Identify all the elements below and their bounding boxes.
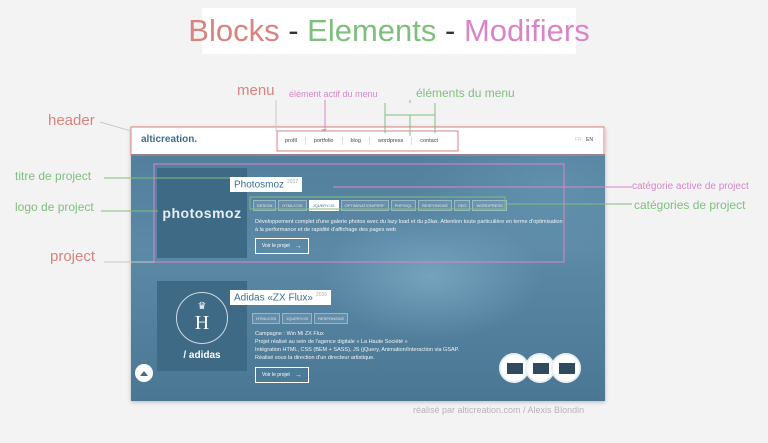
label-project-categories: catégories de project — [634, 198, 746, 212]
site-header: alticreation. profil portfolio blog word… — [131, 127, 605, 154]
title-separator: - — [279, 13, 308, 48]
menu-item-profil[interactable]: profil — [277, 136, 306, 145]
project-title: Adidas «ZX Flux» 2016 — [230, 290, 332, 306]
label-active-category: catégorie active de project — [632, 181, 749, 192]
title-blocks: Blocks — [188, 13, 280, 48]
view-project-button[interactable]: Voir le projet → — [255, 367, 309, 383]
category-tag[interactable]: RESPONSIVE — [314, 313, 349, 324]
menu-item-blog[interactable]: blog — [343, 136, 370, 145]
project-categories: HTML/CSS JQUERY/JS RESPONSIVE — [252, 313, 349, 324]
label-project-logo: logo de project — [15, 200, 94, 214]
project-categories: DESIGN HTML/CSS JQUERY/JS OPTIMISATION/P… — [253, 200, 507, 211]
project-year: 2016 — [315, 292, 328, 298]
connector-line — [99, 121, 132, 132]
view-project-label: Voir le projet — [262, 372, 290, 378]
title-elements: Elements — [307, 13, 437, 48]
project-preview-circles — [499, 353, 581, 383]
category-tag[interactable]: PHP/SQL — [390, 200, 417, 211]
menu-item-wordpress[interactable]: wordpress — [370, 136, 413, 145]
description-line: Réalisé sous la direction d'un directeur… — [255, 355, 375, 361]
site-logo[interactable]: alticreation. — [141, 134, 197, 145]
category-tag[interactable]: OPTIMISATION/PERF — [340, 200, 389, 211]
title-separator: - — [436, 13, 464, 48]
description-line: Intégration HTML, CSS (BEM + SASS), JS (… — [255, 347, 460, 353]
label-menu-elements: éléments du menu — [416, 86, 515, 100]
label-project-title: titre de project — [15, 169, 92, 183]
credit-text: réalisé par alticreation.com / Alexis Bl… — [413, 405, 585, 415]
label-active-element: élément actif du menu — [289, 89, 378, 99]
view-project-label: Voir le projet — [262, 243, 290, 249]
category-tag[interactable]: JQUERY/JS — [282, 313, 313, 324]
category-tag[interactable]: DESIGN — [253, 200, 277, 211]
category-tag[interactable]: HTML/CSS — [252, 313, 281, 324]
photosmoz-logo: photosmoz — [162, 205, 242, 221]
preview-thumbnail[interactable] — [551, 353, 581, 383]
label-header: header — [48, 112, 95, 129]
lang-fr[interactable]: FR — [575, 137, 582, 143]
project-year: 2017 — [287, 179, 299, 185]
project-title: Photosmoz 2017 — [230, 177, 303, 193]
project-title-text: Photosmoz — [234, 179, 285, 191]
crown-icon: ♛ — [197, 300, 207, 312]
project-title-text: Adidas «ZX Flux» — [234, 292, 313, 304]
title-modifiers: Modifiers — [463, 13, 590, 48]
menu-item-portfolio[interactable]: portfolio — [306, 136, 343, 145]
scroll-up-icon[interactable] — [135, 364, 153, 382]
category-tag-active[interactable]: JQUERY/JS — [308, 200, 339, 211]
label-project: project — [50, 248, 96, 265]
description-line: Campagne : Win Mi ZX Flux — [255, 331, 324, 337]
label-menu: menu — [237, 82, 275, 99]
project-description: Développement complet d'une galerie phot… — [255, 219, 563, 233]
description-line: Projet réalisé au sein de l'agence digit… — [255, 339, 408, 345]
adidas-logo-text: / adidas — [183, 349, 221, 361]
arrow-right-icon: → — [294, 242, 302, 250]
category-tag[interactable]: HTML/CSS — [278, 200, 307, 211]
category-tag[interactable]: SEO — [454, 200, 471, 211]
language-switch: FR EN — [575, 137, 593, 143]
website-screenshot: alticreation. profil portfolio blog word… — [131, 127, 605, 401]
site-menu: profil portfolio blog wordpress contact — [277, 127, 446, 154]
menu-item-contact[interactable]: contact — [412, 137, 446, 145]
lang-en[interactable]: EN — [586, 137, 593, 143]
crest-letter: H — [194, 311, 210, 334]
project-description: Campagne : Win Mi ZX Flux Projet réalisé… — [255, 330, 495, 362]
category-tag[interactable]: RESPONSIVE — [418, 200, 453, 211]
category-tag[interactable]: WORDPRESS — [472, 200, 507, 211]
view-project-button[interactable]: Voir le projet → — [255, 238, 309, 254]
diagram-title: Blocks - Elements - Modifiers — [188, 8, 590, 54]
arrow-right-icon: → — [294, 371, 302, 379]
crest-icon: ♛ H — [176, 291, 228, 344]
